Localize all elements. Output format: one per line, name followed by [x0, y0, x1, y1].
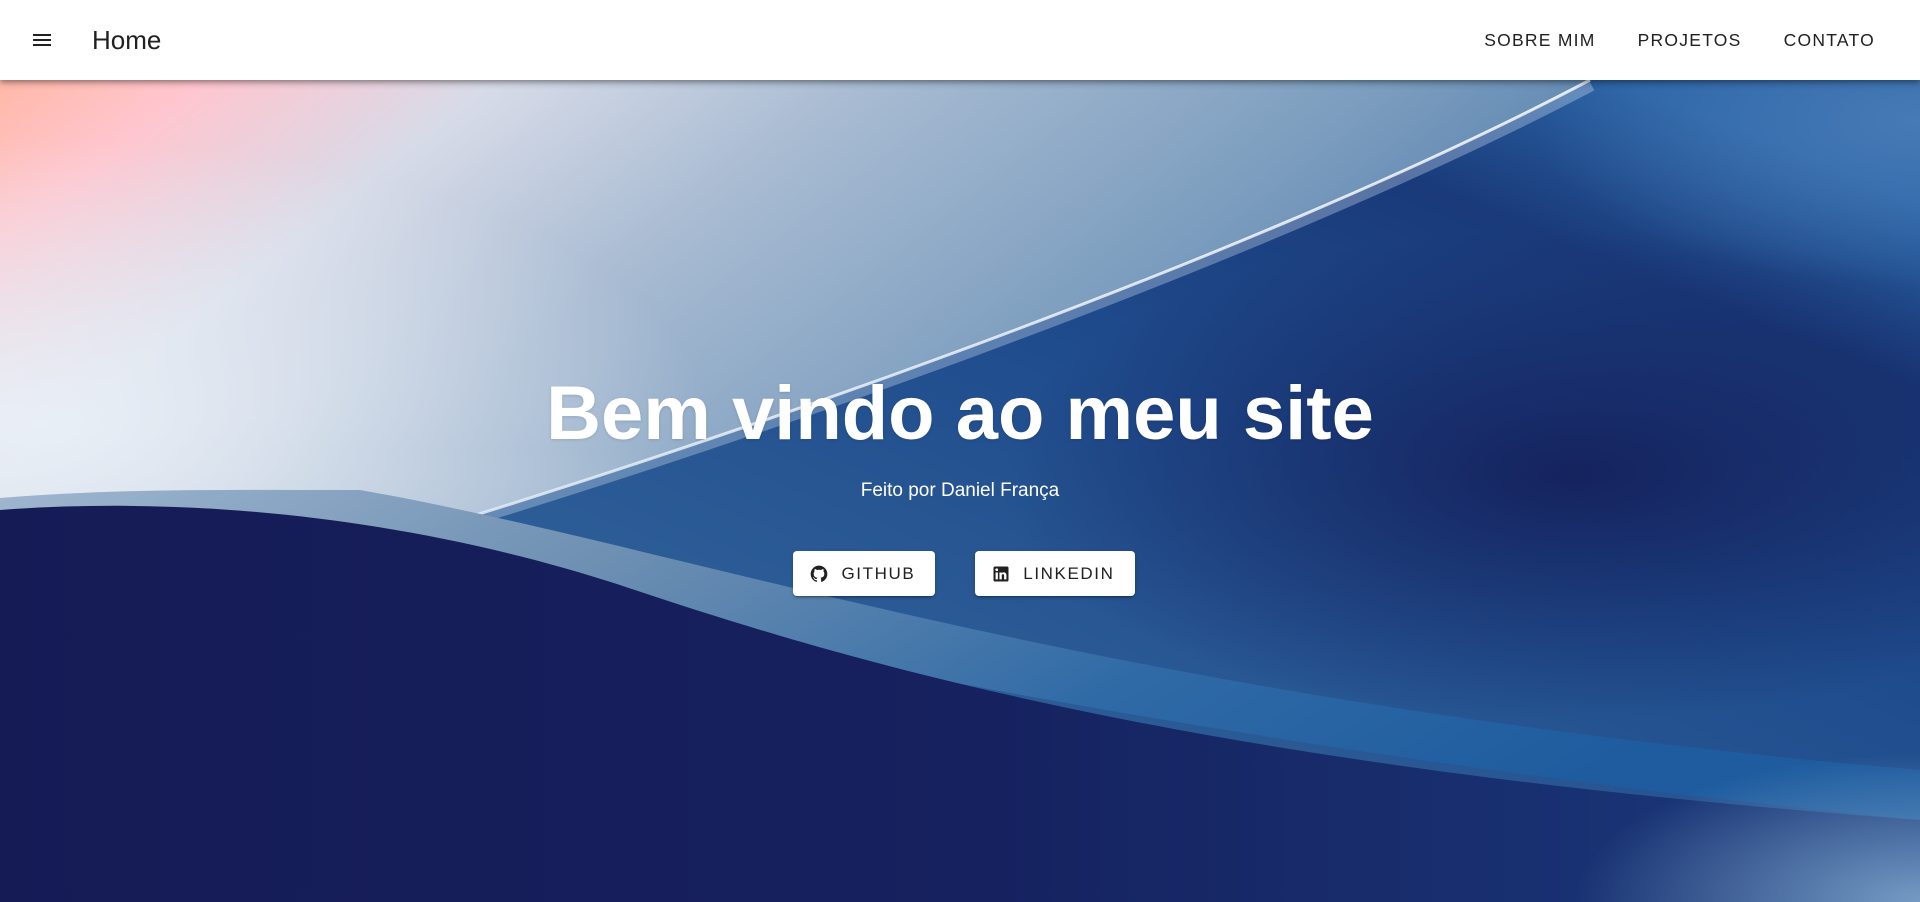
app-bar: Home SOBRE MIM PROJETOS CONTATO — [0, 0, 1920, 80]
linkedin-button[interactable]: LINKEDIN — [975, 551, 1135, 596]
nav-projetos[interactable]: PROJETOS — [1617, 18, 1763, 62]
home-title[interactable]: Home — [92, 0, 161, 80]
top-nav: SOBRE MIM PROJETOS CONTATO — [1463, 0, 1896, 80]
nav-sobre-mim[interactable]: SOBRE MIM — [1463, 18, 1616, 62]
hero-actions: GITHUB LINKEDIN — [0, 551, 1920, 596]
menu-button[interactable] — [18, 16, 66, 64]
hamburger-menu-icon — [33, 34, 51, 46]
linkedin-icon — [993, 566, 1009, 581]
hero-subtitle: Feito por Daniel França — [860, 480, 1060, 501]
github-icon — [811, 565, 828, 582]
hero-content: Bem vindo ao meu site Feito por Daniel F… — [0, 80, 1920, 902]
hero-section: Bem vindo ao meu site Feito por Daniel F… — [0, 80, 1920, 902]
github-button[interactable]: GITHUB — [793, 551, 936, 596]
hero-headline: Bem vindo ao meu site — [546, 371, 1374, 456]
github-button-label: GITHUB — [841, 563, 916, 583]
nav-contato[interactable]: CONTATO — [1763, 18, 1896, 62]
linkedin-button-label: LINKEDIN — [1023, 563, 1115, 583]
